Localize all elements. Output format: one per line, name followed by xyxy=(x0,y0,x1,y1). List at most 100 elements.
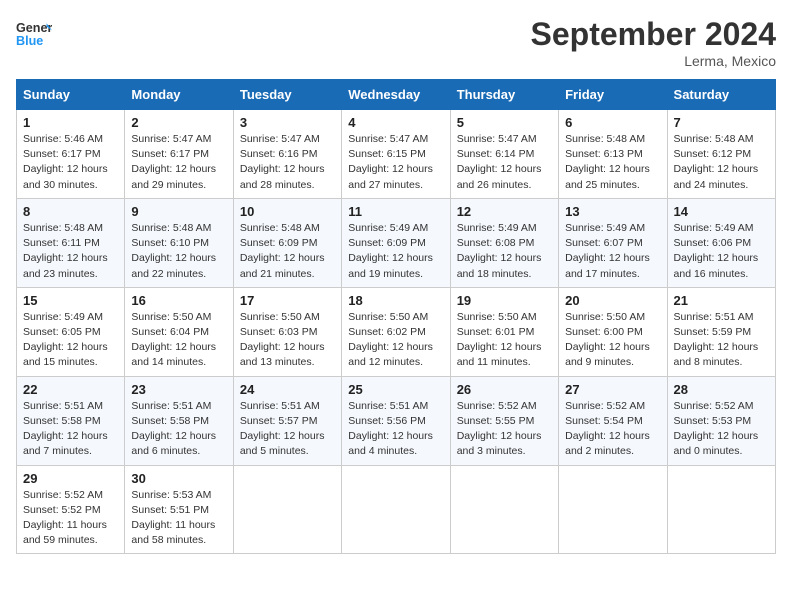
calendar-day: 9Sunrise: 5:48 AMSunset: 6:10 PMDaylight… xyxy=(125,198,233,287)
day-detail: Sunrise: 5:52 AMSunset: 5:52 PMDaylight:… xyxy=(23,488,118,549)
weekday-header: Saturday xyxy=(667,80,775,110)
calendar-day: 10Sunrise: 5:48 AMSunset: 6:09 PMDayligh… xyxy=(233,198,341,287)
weekday-header: Friday xyxy=(559,80,667,110)
day-detail: Sunrise: 5:50 AMSunset: 6:00 PMDaylight:… xyxy=(565,310,660,371)
day-detail: Sunrise: 5:49 AMSunset: 6:08 PMDaylight:… xyxy=(457,221,552,282)
day-number: 18 xyxy=(348,293,443,308)
day-detail: Sunrise: 5:51 AMSunset: 5:59 PMDaylight:… xyxy=(674,310,769,371)
day-number: 23 xyxy=(131,382,226,397)
day-number: 20 xyxy=(565,293,660,308)
day-detail: Sunrise: 5:50 AMSunset: 6:01 PMDaylight:… xyxy=(457,310,552,371)
day-detail: Sunrise: 5:49 AMSunset: 6:07 PMDaylight:… xyxy=(565,221,660,282)
day-detail: Sunrise: 5:52 AMSunset: 5:55 PMDaylight:… xyxy=(457,399,552,460)
calendar-day: 5Sunrise: 5:47 AMSunset: 6:14 PMDaylight… xyxy=(450,110,558,199)
calendar-day: 8 Sunrise: 5:48 AMSunset: 6:11 PMDaylight… xyxy=(17,198,125,287)
calendar-day: 30Sunrise: 5:53 AMSunset: 5:51 PMDayligh… xyxy=(125,465,233,554)
calendar-day: 18 Sunrise: 5:50 AMSunset: 6:02 PMDayligh… xyxy=(342,287,450,376)
calendar-day: 28 Sunrise: 5:52 AMSunset: 5:53 PMDayligh… xyxy=(667,376,775,465)
weekday-header: Monday xyxy=(125,80,233,110)
day-number: 30 xyxy=(131,471,226,486)
day-number: 11 xyxy=(348,204,443,219)
day-detail: Sunrise: 5:49 AMSunset: 6:05 PMDaylight:… xyxy=(23,310,118,371)
weekday-header: Tuesday xyxy=(233,80,341,110)
day-detail: Sunrise: 5:47 AMSunset: 6:14 PMDaylight:… xyxy=(457,132,552,193)
weekday-header-row: SundayMondayTuesdayWednesdayThursdayFrid… xyxy=(17,80,776,110)
calendar-day: 20 Sunrise: 5:50 AMSunset: 6:00 PMDayligh… xyxy=(559,287,667,376)
weekday-header: Wednesday xyxy=(342,80,450,110)
month-title: September 2024 xyxy=(531,16,776,53)
calendar-week-row: 8 Sunrise: 5:48 AMSunset: 6:11 PMDaylight… xyxy=(17,198,776,287)
day-number: 8 xyxy=(23,204,118,219)
day-detail: Sunrise: 5:50 AMSunset: 6:03 PMDaylight:… xyxy=(240,310,335,371)
page-header: General Blue September 2024 Lerma, Mexic… xyxy=(16,16,776,69)
calendar-day: 16 Sunrise: 5:50 AMSunset: 6:04 PMDayligh… xyxy=(125,287,233,376)
day-detail: Sunrise: 5:50 AMSunset: 6:04 PMDaylight:… xyxy=(131,310,226,371)
day-number: 28 xyxy=(674,382,769,397)
calendar-day: 23 Sunrise: 5:51 AMSunset: 5:58 PMDayligh… xyxy=(125,376,233,465)
day-number: 7 xyxy=(674,115,769,130)
day-number: 25 xyxy=(348,382,443,397)
calendar-day: 14 Sunrise: 5:49 AMSunset: 6:06 PMDayligh… xyxy=(667,198,775,287)
calendar-day: 12 Sunrise: 5:49 AMSunset: 6:08 PMDayligh… xyxy=(450,198,558,287)
empty-cell xyxy=(559,465,667,554)
logo: General Blue xyxy=(16,16,52,52)
day-detail: Sunrise: 5:50 AMSunset: 6:02 PMDaylight:… xyxy=(348,310,443,371)
day-number: 22 xyxy=(23,382,118,397)
day-number: 12 xyxy=(457,204,552,219)
calendar-day: 24Sunrise: 5:51 AMSunset: 5:57 PMDayligh… xyxy=(233,376,341,465)
day-number: 13 xyxy=(565,204,660,219)
logo-icon: General Blue xyxy=(16,16,52,52)
calendar-day: 27 Sunrise: 5:52 AMSunset: 5:54 PMDayligh… xyxy=(559,376,667,465)
empty-cell xyxy=(342,465,450,554)
day-number: 27 xyxy=(565,382,660,397)
day-detail: Sunrise: 5:49 AMSunset: 6:06 PMDaylight:… xyxy=(674,221,769,282)
day-detail: Sunrise: 5:48 AMSunset: 6:12 PMDaylight:… xyxy=(674,132,769,193)
calendar-day: 29 Sunrise: 5:52 AMSunset: 5:52 PMDayligh… xyxy=(17,465,125,554)
calendar-week-row: 15Sunrise: 5:49 AMSunset: 6:05 PMDayligh… xyxy=(17,287,776,376)
title-area: September 2024 Lerma, Mexico xyxy=(531,16,776,69)
day-number: 3 xyxy=(240,115,335,130)
calendar-day: 22 Sunrise: 5:51 AMSunset: 5:58 PMDayligh… xyxy=(17,376,125,465)
day-number: 29 xyxy=(23,471,118,486)
calendar-day: 13 Sunrise: 5:49 AMSunset: 6:07 PMDayligh… xyxy=(559,198,667,287)
calendar-week-row: 22 Sunrise: 5:51 AMSunset: 5:58 PMDayligh… xyxy=(17,376,776,465)
day-detail: Sunrise: 5:47 AMSunset: 6:17 PMDaylight:… xyxy=(131,132,226,193)
day-number: 14 xyxy=(674,204,769,219)
day-number: 19 xyxy=(457,293,552,308)
day-number: 1 xyxy=(23,115,118,130)
calendar-day: 1Sunrise: 5:46 AMSunset: 6:17 PMDaylight… xyxy=(17,110,125,199)
day-number: 6 xyxy=(565,115,660,130)
empty-cell xyxy=(667,465,775,554)
calendar-week-row: 1Sunrise: 5:46 AMSunset: 6:17 PMDaylight… xyxy=(17,110,776,199)
calendar-day: 21 Sunrise: 5:51 AMSunset: 5:59 PMDayligh… xyxy=(667,287,775,376)
calendar-day: 25Sunrise: 5:51 AMSunset: 5:56 PMDayligh… xyxy=(342,376,450,465)
day-number: 9 xyxy=(131,204,226,219)
svg-text:Blue: Blue xyxy=(16,34,43,48)
calendar-week-row: 29 Sunrise: 5:52 AMSunset: 5:52 PMDayligh… xyxy=(17,465,776,554)
day-detail: Sunrise: 5:51 AMSunset: 5:58 PMDaylight:… xyxy=(131,399,226,460)
calendar-day: 7 Sunrise: 5:48 AMSunset: 6:12 PMDaylight… xyxy=(667,110,775,199)
day-number: 21 xyxy=(674,293,769,308)
weekday-header: Sunday xyxy=(17,80,125,110)
calendar-day: 19 Sunrise: 5:50 AMSunset: 6:01 PMDayligh… xyxy=(450,287,558,376)
calendar-day: 26 Sunrise: 5:52 AMSunset: 5:55 PMDayligh… xyxy=(450,376,558,465)
calendar-table: SundayMondayTuesdayWednesdayThursdayFrid… xyxy=(16,79,776,554)
day-detail: Sunrise: 5:48 AMSunset: 6:13 PMDaylight:… xyxy=(565,132,660,193)
calendar-day: 6 Sunrise: 5:48 AMSunset: 6:13 PMDaylight… xyxy=(559,110,667,199)
day-detail: Sunrise: 5:47 AMSunset: 6:15 PMDaylight:… xyxy=(348,132,443,193)
day-detail: Sunrise: 5:47 AMSunset: 6:16 PMDaylight:… xyxy=(240,132,335,193)
day-detail: Sunrise: 5:51 AMSunset: 5:57 PMDaylight:… xyxy=(240,399,335,460)
day-detail: Sunrise: 5:51 AMSunset: 5:58 PMDaylight:… xyxy=(23,399,118,460)
day-detail: Sunrise: 5:52 AMSunset: 5:53 PMDaylight:… xyxy=(674,399,769,460)
calendar-day: 11Sunrise: 5:49 AMSunset: 6:09 PMDayligh… xyxy=(342,198,450,287)
day-number: 26 xyxy=(457,382,552,397)
day-detail: Sunrise: 5:48 AMSunset: 6:11 PMDaylight:… xyxy=(23,221,118,282)
calendar-day: 2 Sunrise: 5:47 AMSunset: 6:17 PMDaylight… xyxy=(125,110,233,199)
calendar-day: 4Sunrise: 5:47 AMSunset: 6:15 PMDaylight… xyxy=(342,110,450,199)
day-number: 16 xyxy=(131,293,226,308)
day-number: 2 xyxy=(131,115,226,130)
calendar-day: 15Sunrise: 5:49 AMSunset: 6:05 PMDayligh… xyxy=(17,287,125,376)
day-number: 17 xyxy=(240,293,335,308)
empty-cell xyxy=(450,465,558,554)
day-detail: Sunrise: 5:52 AMSunset: 5:54 PMDaylight:… xyxy=(565,399,660,460)
